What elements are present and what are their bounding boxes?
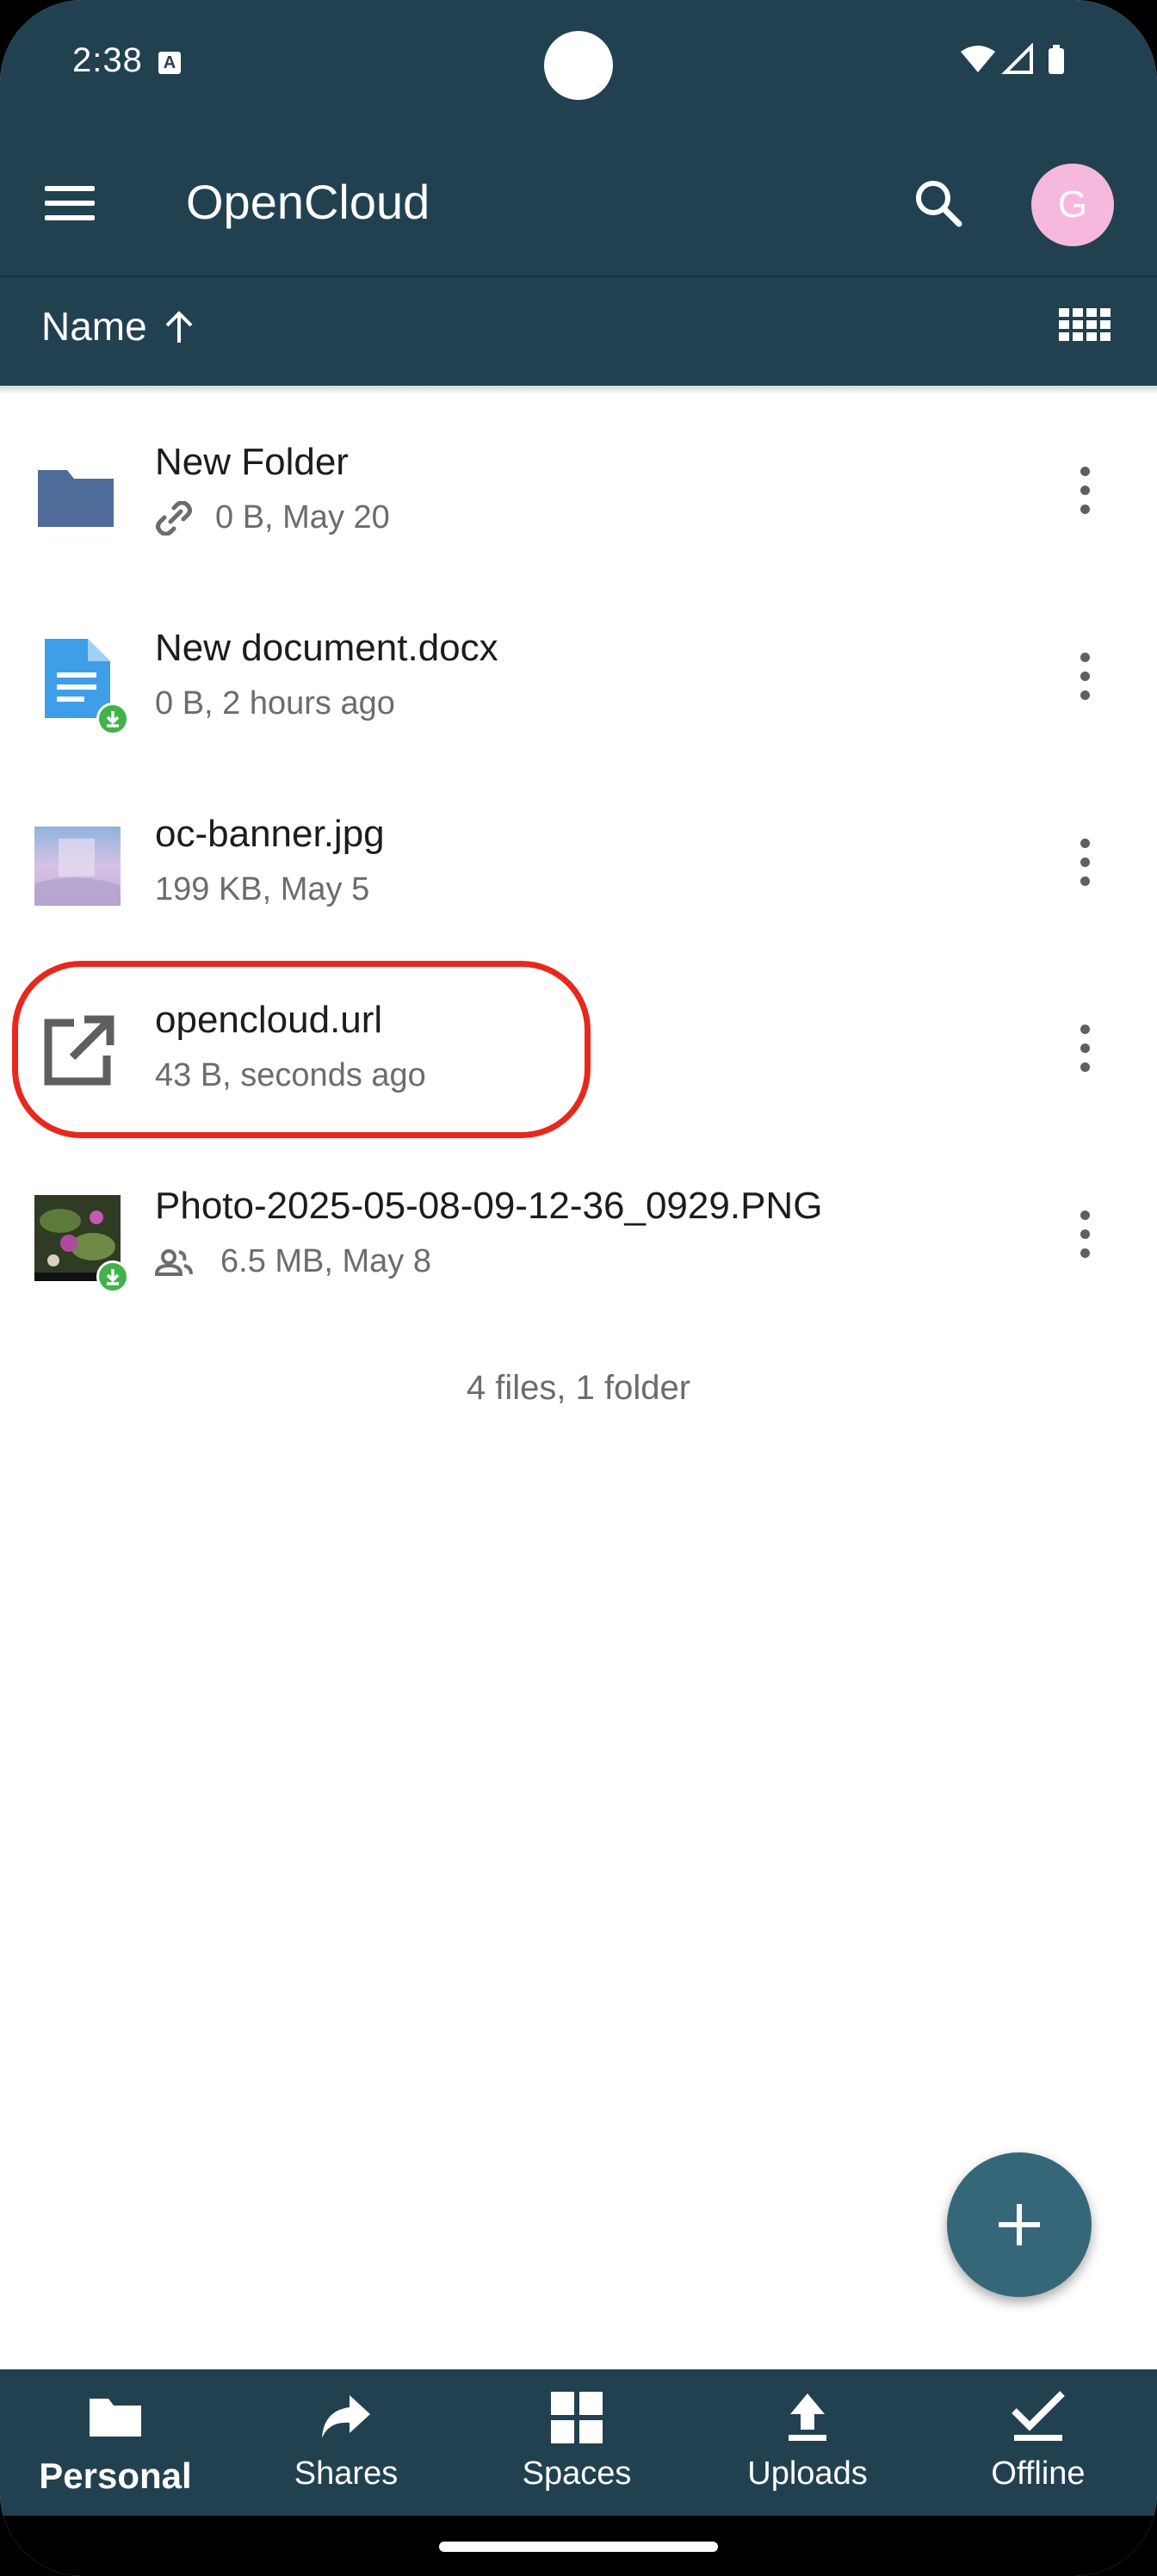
more-options-icon[interactable] (1067, 653, 1102, 721)
file-meta: 0 B, May 20 (215, 499, 390, 536)
image-thumbnail (34, 827, 121, 906)
top-app-area: 2:38 A OpenCloud G Name (0, 0, 1157, 386)
plus-icon (999, 2204, 1040, 2245)
file-name: Photo-2025-05-08-09-12-36_0929.PNG (155, 1185, 823, 1227)
files-summary: 4 files, 1 folder (466, 1369, 691, 1407)
highlight-annotation (12, 961, 591, 1138)
status-bar: 2:38 A (0, 0, 1157, 129)
more-options-icon[interactable] (1067, 1211, 1102, 1279)
nav-offline[interactable]: Offline (923, 2369, 1154, 2516)
list-item[interactable]: Photo-2025-05-08-09-12-36_0929.PNG 6.5 M… (0, 1159, 1157, 1345)
notification-icon: A (158, 52, 181, 74)
app-title: OpenCloud (186, 175, 430, 229)
file-name: oc-banner.jpg (155, 813, 385, 855)
file-name: New Folder (155, 441, 349, 483)
phone-screen: 2:38 A OpenCloud G Name New Folder 0 B, … (0, 0, 1157, 2576)
folder-icon (90, 2399, 141, 2437)
nav-label: Personal (39, 2455, 192, 2496)
offline-check-icon (1012, 2391, 1065, 2441)
bottom-navigation: Personal Shares Spaces Uploads Offline (0, 2369, 1157, 2516)
sort-by-name-button[interactable]: Name (41, 303, 147, 350)
nav-personal[interactable]: Personal (0, 2369, 231, 2516)
battery-icon (1049, 48, 1064, 74)
app-bar: OpenCloud G (0, 129, 1157, 276)
folder-icon (38, 470, 114, 527)
home-gesture-bar[interactable] (439, 2542, 718, 2552)
share-arrow-icon (322, 2395, 370, 2438)
sort-bar: Name (0, 276, 1157, 387)
search-icon[interactable] (909, 174, 969, 234)
nav-uploads[interactable]: Uploads (692, 2369, 923, 2516)
status-icons (961, 43, 1064, 74)
list-item[interactable]: New Folder 0 B, May 20 (0, 415, 1157, 601)
file-meta: 0 B, 2 hours ago (155, 685, 395, 721)
file-name: New document.docx (155, 627, 498, 669)
grid-view-icon[interactable] (1059, 308, 1111, 351)
more-options-icon[interactable] (1067, 1025, 1102, 1093)
nav-label: Uploads (747, 2455, 868, 2492)
camera-cutout (544, 31, 613, 100)
wifi-icon (961, 46, 995, 72)
avatar[interactable]: G (1031, 164, 1114, 246)
arrow-up-icon[interactable] (162, 308, 196, 346)
download-badge-icon (96, 1260, 129, 1293)
nav-label: Offline (991, 2455, 1086, 2492)
menu-icon[interactable] (45, 186, 100, 220)
link-icon (156, 501, 192, 536)
nav-shares[interactable]: Shares (231, 2369, 461, 2516)
app-bar-shadow (0, 386, 1157, 394)
spaces-grid-icon (551, 2392, 603, 2443)
more-options-icon[interactable] (1067, 839, 1102, 907)
file-meta: 6.5 MB, May 8 (220, 1243, 431, 1279)
shared-people-icon (155, 1249, 193, 1276)
nav-label: Shares (294, 2455, 399, 2492)
list-item[interactable]: New document.docx 0 B, 2 hours ago (0, 601, 1157, 787)
more-options-icon[interactable] (1067, 467, 1102, 536)
add-button[interactable] (947, 2152, 1092, 2297)
status-time: 2:38 (72, 41, 143, 79)
signal-icon (1001, 43, 1033, 74)
nav-spaces[interactable]: Spaces (461, 2369, 692, 2516)
file-meta: 199 KB, May 5 (155, 871, 370, 907)
upload-icon (789, 2393, 826, 2441)
list-item[interactable]: oc-banner.jpg 199 KB, May 5 (0, 787, 1157, 973)
nav-label: Spaces (522, 2455, 632, 2492)
download-badge-icon (96, 703, 129, 735)
